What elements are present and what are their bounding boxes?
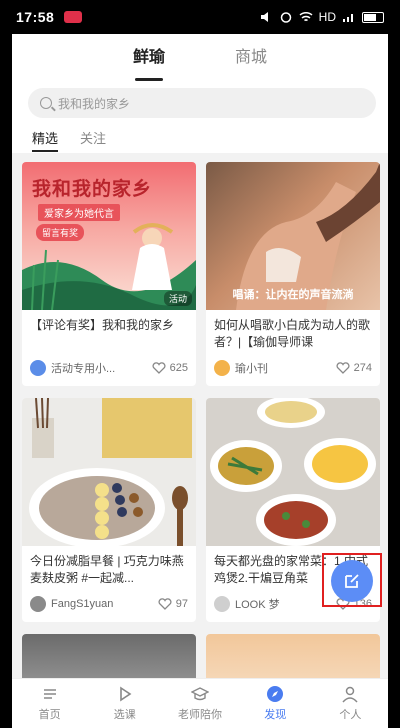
card-meta: 瑜小刊 274 (206, 352, 380, 376)
tab-featured[interactable]: 精选 (32, 128, 59, 152)
nav-label: 老师陪你 (178, 709, 222, 721)
person-icon (342, 686, 358, 703)
card-image (206, 398, 380, 546)
image-tag: 活动 (163, 291, 192, 306)
notification-icon (64, 11, 83, 23)
header: 鲜瑜 商城 我和我的家乡 精选 关注 (12, 34, 388, 153)
nav-label: 首页 (38, 709, 61, 721)
nav-label: 发现 (264, 709, 287, 721)
like-button[interactable]: 97 (158, 598, 188, 610)
nav-discover[interactable]: 发现 (238, 679, 313, 728)
feed-card[interactable]: 今日份减脂早餐 | 巧克力味燕麦麸皮粥 #一起减... FangS1yuan 9… (22, 398, 196, 622)
tab-following[interactable]: 关注 (80, 128, 106, 147)
nav-teacher[interactable]: 老师陪你 (162, 679, 237, 728)
tab-xianyu[interactable]: 鲜瑜 (133, 43, 165, 73)
alarm-icon (280, 12, 291, 23)
card-image (22, 398, 196, 546)
bottom-nav: 首页 选课 老师陪你 发现 个人 (12, 678, 388, 728)
search-icon (40, 97, 52, 109)
nav-label: 个人 (339, 709, 362, 721)
play-icon (119, 686, 132, 702)
tab-shop[interactable]: 商城 (235, 43, 267, 73)
nav-courses[interactable]: 选课 (87, 679, 162, 728)
heart-icon (336, 362, 350, 374)
top-tabs: 鲜瑜 商城 (12, 34, 388, 74)
card-image: 我和我的家乡 爱家乡为她代言 留言有奖 活动 (22, 162, 196, 310)
feed-card[interactable]: 唱诵：让内在的声音流淌 如何从唱歌小白成为动人的歌者？|【瑜伽导师课 瑜小刊 2… (206, 162, 380, 386)
app-screen: 鲜瑜 商城 我和我的家乡 精选 关注 我和我的家乡 爱家乡为她代言 留言有奖 活… (12, 34, 388, 728)
avatar (30, 596, 46, 612)
card-title: 【评论有奖】我和我的家乡 (30, 318, 175, 332)
illustration (210, 398, 376, 546)
card-image: 唱诵：让内在的声音流淌 (206, 162, 380, 310)
like-button[interactable]: 625 (152, 362, 188, 374)
card-author: 活动专用小... (51, 363, 116, 375)
nav-label: 选课 (113, 709, 136, 721)
card-author: 瑜小刊 (235, 363, 268, 375)
avatar (214, 596, 230, 612)
mute-icon (260, 12, 268, 22)
nav-profile[interactable]: 个人 (313, 679, 388, 728)
status-icons: HD (259, 10, 384, 24)
illustration (29, 398, 192, 546)
network-label: HD (318, 10, 336, 24)
card-meta: 活动专用小... 625 (22, 352, 196, 376)
compose-button[interactable] (331, 560, 373, 602)
search-input[interactable]: 我和我的家乡 (28, 88, 376, 118)
like-count: 97 (175, 598, 188, 610)
heart-icon (158, 598, 172, 610)
like-button[interactable]: 274 (336, 362, 372, 374)
card-meta: FangS1yuan 97 (22, 588, 196, 612)
status-time: 17:58 (16, 9, 55, 25)
battery-icon (362, 11, 384, 23)
card-author: LOOK 梦 (235, 599, 280, 611)
avatar (30, 360, 46, 376)
heart-icon (152, 362, 166, 374)
grad-cap-icon (191, 687, 209, 701)
signal-icon (343, 14, 353, 22)
card-author: FangS1yuan (51, 598, 114, 610)
nav-home[interactable]: 首页 (12, 679, 87, 728)
compass-icon (267, 686, 284, 702)
feed-card[interactable]: 我和我的家乡 爱家乡为她代言 留言有奖 活动 【评论有奖】我和我的家乡 活动专用… (22, 162, 196, 386)
sub-tabs: 精选 关注 (12, 118, 388, 153)
image-caption: 唱诵：让内在的声音流淌 (232, 289, 354, 301)
like-count: 625 (169, 362, 188, 374)
like-count: 274 (353, 362, 372, 374)
highlight-box (322, 553, 382, 607)
home-icon (43, 689, 56, 699)
status-bar: 17:58 HD (0, 0, 400, 34)
card-title: 今日份减脂早餐 | 巧克力味燕麦麸皮粥 #一起减... (30, 554, 184, 585)
edit-icon (345, 574, 359, 588)
image-title: 我和我的家乡 (32, 178, 153, 200)
card-title: 如何从唱歌小白成为动人的歌者？|【瑜伽导师课 (214, 318, 371, 349)
wifi-icon (299, 11, 313, 22)
search-placeholder: 我和我的家乡 (58, 96, 131, 111)
avatar (214, 360, 230, 376)
